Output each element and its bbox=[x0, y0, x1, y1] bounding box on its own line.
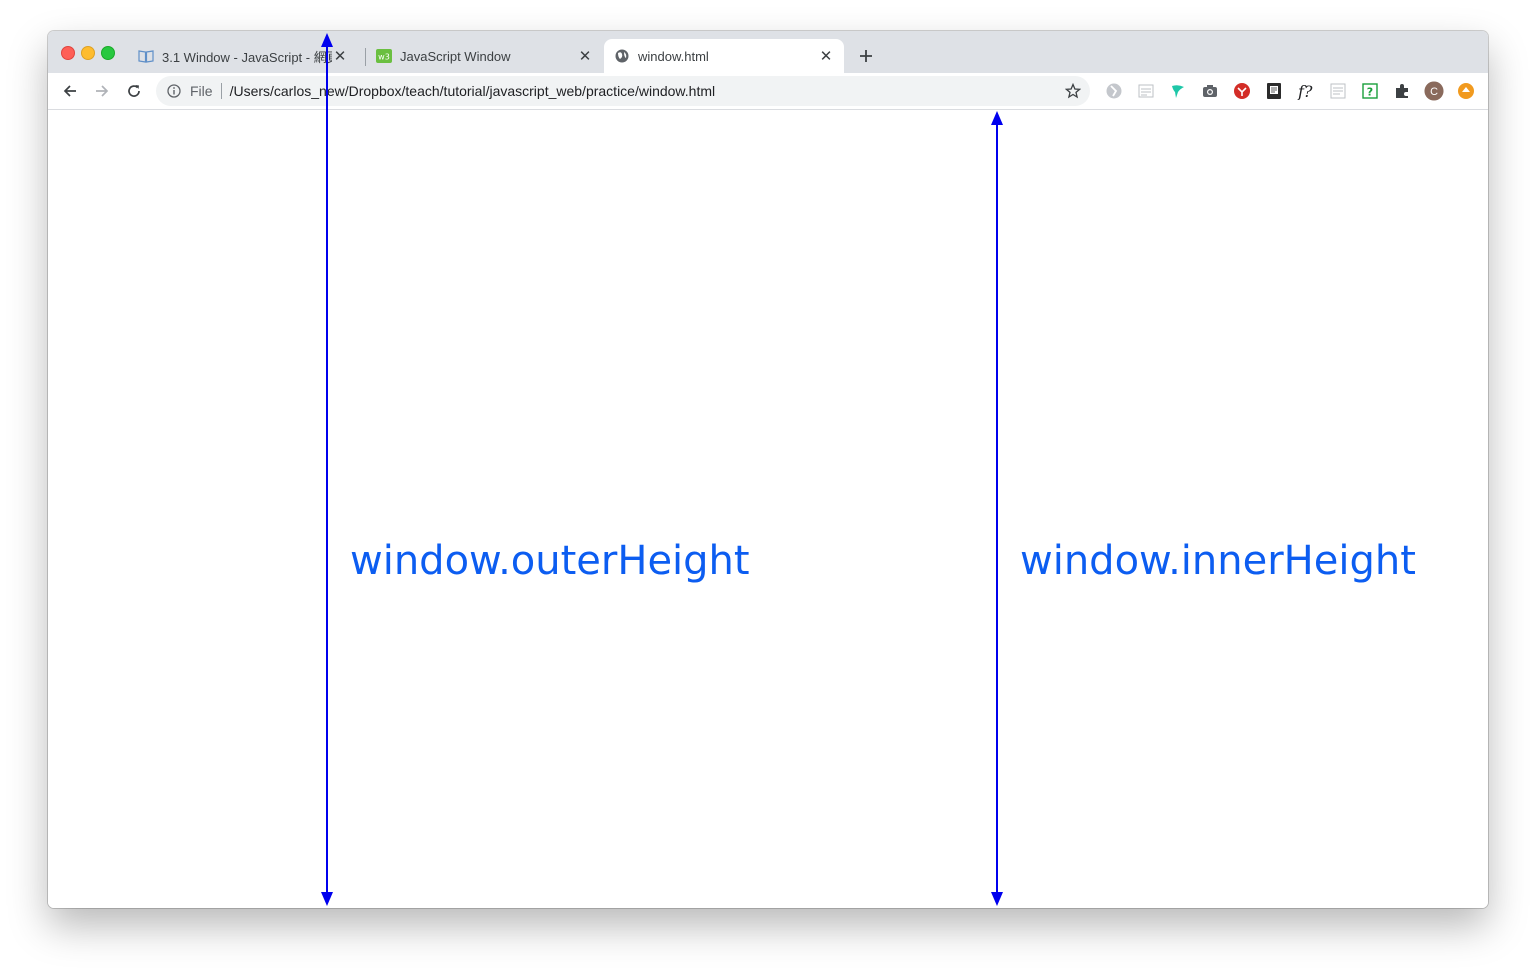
reader-icon[interactable] bbox=[1328, 81, 1348, 101]
camera-icon[interactable] bbox=[1200, 81, 1220, 101]
hummingbird-icon[interactable] bbox=[1168, 81, 1188, 101]
close-tab-icon[interactable]: ✕ bbox=[577, 48, 593, 65]
scheme-label: File bbox=[190, 83, 213, 99]
new-tab-button[interactable] bbox=[854, 44, 878, 68]
plus-icon bbox=[860, 50, 872, 62]
tab-javascript-window-book[interactable]: 3.1 Window - JavaScript - 網頁 ✕ bbox=[128, 39, 358, 73]
minimize-window-button[interactable] bbox=[81, 46, 95, 60]
close-window-button[interactable] bbox=[61, 46, 75, 60]
bookmark-star-icon[interactable] bbox=[1064, 82, 1082, 100]
book-icon bbox=[138, 48, 154, 64]
honey-icon[interactable] bbox=[1456, 81, 1476, 101]
svg-text:f?: f? bbox=[1297, 82, 1313, 100]
tab-javascript-window[interactable]: w3 JavaScript Window ✕ bbox=[366, 39, 603, 73]
function-icon[interactable]: f? bbox=[1296, 81, 1316, 101]
arrow-right-icon bbox=[96, 85, 109, 97]
globe-icon bbox=[614, 48, 630, 64]
forward-button[interactable] bbox=[90, 79, 114, 103]
notes-icon[interactable] bbox=[1264, 81, 1284, 101]
tab-title: JavaScript Window bbox=[400, 48, 511, 64]
svg-text:w3: w3 bbox=[378, 53, 390, 62]
zoom-window-button[interactable] bbox=[101, 46, 115, 60]
outer-height-label: window.outerHeight bbox=[350, 538, 750, 584]
reload-icon bbox=[128, 85, 140, 97]
avatar[interactable]: C bbox=[1424, 81, 1444, 101]
address-bar[interactable]: File /Users/carlos_new/Dropbox/teach/tut… bbox=[156, 76, 1090, 106]
browser-window: 3.1 Window - JavaScript - 網頁 ✕ w3 JavaSc… bbox=[48, 31, 1488, 908]
reload-button[interactable] bbox=[122, 79, 146, 103]
page-viewport bbox=[48, 110, 1488, 908]
close-tab-icon[interactable]: ✕ bbox=[332, 48, 348, 65]
omnibox-separator bbox=[220, 83, 222, 99]
tab-strip: 3.1 Window - JavaScript - 網頁 ✕ w3 JavaSc… bbox=[48, 31, 1488, 73]
w3schools-icon: w3 bbox=[376, 48, 392, 64]
browser-toolbar: File /Users/carlos_new/Dropbox/teach/tut… bbox=[48, 73, 1488, 110]
tab-window-html[interactable]: window.html ✕ bbox=[604, 39, 844, 73]
svg-text:?: ? bbox=[1367, 86, 1373, 99]
avatar-letter: C bbox=[1430, 86, 1438, 98]
tab-title: window.html bbox=[638, 48, 709, 64]
onetab-icon[interactable] bbox=[1104, 81, 1124, 101]
smart-tab-icon[interactable] bbox=[1136, 81, 1156, 101]
back-button[interactable] bbox=[58, 79, 82, 103]
lastpass-icon[interactable] bbox=[1232, 81, 1252, 101]
puzzle-icon[interactable] bbox=[1392, 81, 1412, 101]
url-text[interactable]: /Users/carlos_new/Dropbox/teach/tutorial… bbox=[230, 83, 716, 99]
info-icon[interactable] bbox=[166, 83, 182, 99]
tab-title: 3.1 Window - JavaScript - 網頁 bbox=[162, 49, 332, 65]
arrow-left-icon bbox=[63, 85, 76, 97]
close-tab-icon[interactable]: ✕ bbox=[818, 48, 834, 65]
inner-height-label: window.innerHeight bbox=[1020, 538, 1416, 584]
quiz-icon[interactable]: ? bbox=[1360, 81, 1380, 101]
